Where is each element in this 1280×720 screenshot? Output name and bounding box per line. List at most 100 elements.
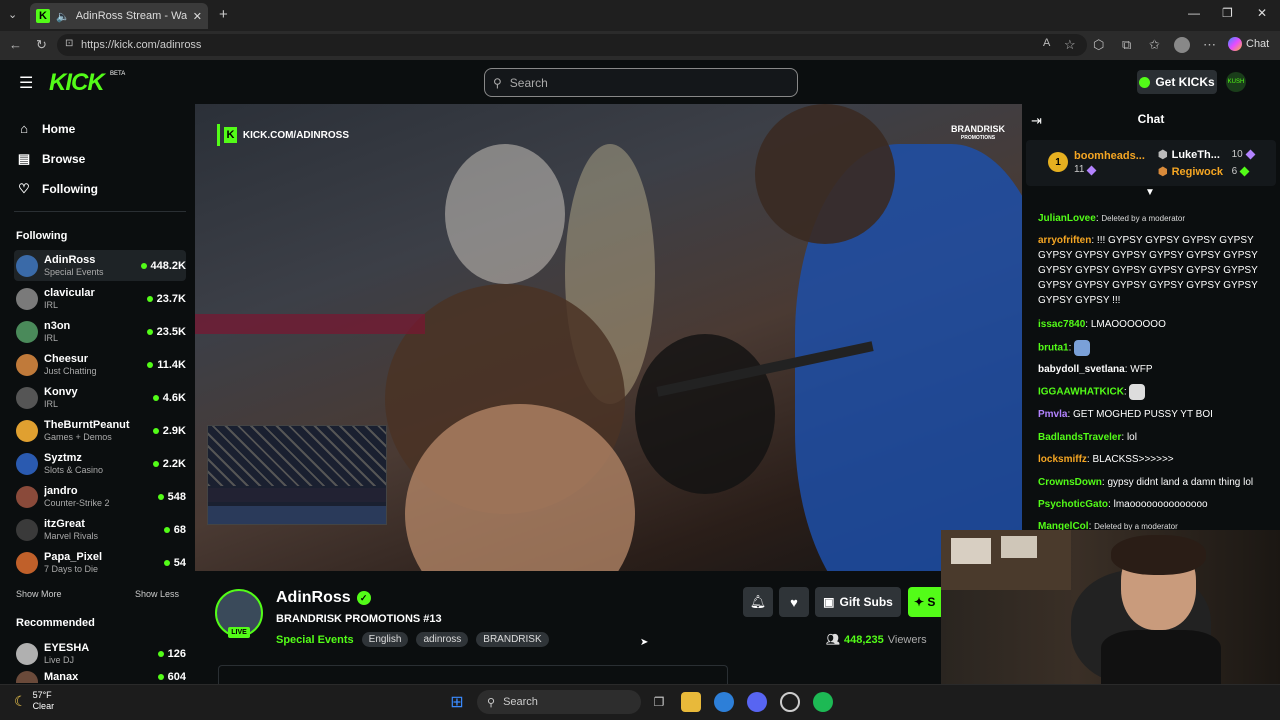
search-input[interactable]: ⚲ Search bbox=[484, 68, 798, 97]
chat-username[interactable]: arryofriften bbox=[1038, 235, 1091, 246]
file-explorer-icon[interactable] bbox=[681, 692, 701, 712]
channel-name[interactable]: AdinRoss ✓ bbox=[276, 589, 371, 607]
recommended-channel[interactable]: Manax 604 bbox=[14, 671, 186, 683]
following-channel[interactable]: TheBurntPeanut Games + Demos 2.9K bbox=[14, 415, 186, 446]
close-window-icon[interactable]: ✕ bbox=[1257, 6, 1267, 20]
nav-following[interactable]: ♡ Following bbox=[16, 181, 98, 197]
chatgpt-icon[interactable] bbox=[780, 692, 800, 712]
tag-adinross[interactable]: adinross bbox=[416, 632, 469, 647]
new-tab-icon[interactable]: + bbox=[219, 6, 228, 23]
viewer-count: 👥︎ 448,235 Viewers bbox=[826, 633, 927, 647]
copilot-chat-button[interactable]: Chat bbox=[1228, 37, 1269, 51]
leaderboard-entry-1[interactable]: boomheads... 11 bbox=[1074, 149, 1145, 177]
following-channel[interactable]: jandro Counter-Strike 2 548 bbox=[14, 481, 186, 512]
kick-logo[interactable]: KICK bbox=[49, 69, 105, 97]
following-channel[interactable]: itzGreat Marvel Rivals 68 bbox=[14, 514, 186, 545]
chat-username[interactable]: PsychoticGato bbox=[1038, 499, 1108, 510]
tag-english[interactable]: English bbox=[361, 632, 409, 647]
maximize-icon[interactable]: ❐ bbox=[1222, 6, 1233, 20]
channel-name: jandro bbox=[44, 484, 78, 497]
viewer-count-number: 448,235 bbox=[843, 633, 884, 646]
gem-icon bbox=[1239, 166, 1250, 177]
taskbar-search[interactable]: ⚲ Search bbox=[477, 690, 641, 714]
channel-avatar bbox=[16, 518, 38, 541]
expand-leaderboard-icon[interactable]: ▼ bbox=[1145, 187, 1155, 198]
tag-brandrisk[interactable]: BRANDRISK bbox=[476, 632, 549, 647]
stream-tags: Special Events English adinross BRANDRIS… bbox=[276, 632, 549, 647]
favorite-star-icon[interactable]: ☆ bbox=[1064, 37, 1076, 53]
close-tab-icon[interactable]: ✕ bbox=[193, 10, 202, 23]
chat-username[interactable]: issac7840 bbox=[1038, 319, 1085, 330]
chat-username[interactable]: babydoll_svetlana bbox=[1038, 364, 1125, 375]
chat-username[interactable]: BadlandsTraveler bbox=[1038, 432, 1121, 443]
tab-list-icon[interactable]: ⌄ bbox=[8, 8, 17, 21]
gift-subs-button[interactable]: ▣ Gift Subs bbox=[815, 587, 901, 617]
following-channel[interactable]: Cheesur Just Chatting 11.4K bbox=[14, 349, 186, 380]
category-link[interactable]: Special Events bbox=[276, 634, 354, 646]
chat-username[interactable]: JulianLovee bbox=[1038, 213, 1096, 224]
nav-following-label: Following bbox=[42, 182, 98, 196]
channel-avatar bbox=[16, 386, 38, 409]
url-field[interactable]: ⊡ https://kick.com/adinross bbox=[57, 34, 1087, 56]
following-channel[interactable]: Syztmz Slots & Casino 2.2K bbox=[14, 448, 186, 479]
following-channel[interactable]: Papa_Pixel 7 Days to Die 54 bbox=[14, 547, 186, 578]
gift-subs-label: Gift Subs bbox=[839, 595, 893, 609]
show-less-link[interactable]: Show Less bbox=[135, 589, 179, 599]
start-icon[interactable]: ⊞ bbox=[447, 692, 467, 712]
chat-text: BLACKSS>>>>>> bbox=[1092, 454, 1174, 465]
channel-avatar bbox=[16, 320, 38, 343]
subscribe-button[interactable]: ✦ S bbox=[908, 587, 944, 617]
discord-icon[interactable] bbox=[747, 692, 767, 712]
site-info-icon[interactable]: ⊡ bbox=[65, 38, 73, 49]
channel-avatar bbox=[16, 419, 38, 442]
channel-avatar bbox=[16, 254, 38, 277]
recommended-channel[interactable]: EYESHA Live DJ 126 bbox=[14, 638, 186, 669]
back-icon[interactable]: ← bbox=[9, 37, 22, 52]
reload-icon[interactable]: ↻ bbox=[36, 37, 47, 53]
webcam-frame bbox=[1001, 536, 1037, 558]
chat-username[interactable]: IGGAAWHATKICK bbox=[1038, 387, 1124, 398]
browser-tab[interactable]: K 🔈 AdinRoss Stream - Watch Live ✕ bbox=[30, 3, 208, 29]
profile-avatar[interactable] bbox=[1174, 37, 1190, 53]
edge-browser-icon[interactable] bbox=[714, 692, 734, 712]
menu-icon[interactable]: ☰ bbox=[19, 73, 33, 93]
following-channel[interactable]: AdinRoss Special Events 448.2K bbox=[14, 250, 186, 281]
following-channel[interactable]: n3on IRL 23.5K bbox=[14, 316, 186, 347]
leaderboard-entry-2[interactable]: ⬢ LukeTh... 10 bbox=[1158, 148, 1256, 161]
more-icon[interactable]: ⋯ bbox=[1203, 37, 1216, 53]
read-aloud-icon[interactable]: A bbox=[1043, 37, 1050, 49]
extensions-icon[interactable]: ⬡ bbox=[1093, 37, 1104, 53]
silver-medal-icon: ⬢ bbox=[1158, 149, 1168, 161]
nav-browse[interactable]: ▤ Browse bbox=[16, 151, 86, 167]
following-channel[interactable]: Konvy IRL 4.6K bbox=[14, 382, 186, 413]
split-screen-icon[interactable]: ⧉ bbox=[1122, 37, 1131, 53]
get-kicks-button[interactable]: Get KICKs bbox=[1137, 70, 1217, 94]
user-avatar[interactable]: KUSH bbox=[1226, 72, 1246, 92]
chat-username[interactable]: Pmvla bbox=[1038, 409, 1067, 420]
follow-button[interactable]: ♥ bbox=[779, 587, 809, 617]
following-channel[interactable]: clavicular IRL 23.7K bbox=[14, 283, 186, 314]
chat-emote-icon bbox=[1074, 340, 1091, 356]
beta-badge: BETA bbox=[110, 71, 126, 77]
favorites-icon[interactable]: ✩ bbox=[1149, 37, 1160, 53]
leaderboard-count: 6 bbox=[1231, 166, 1238, 177]
heart-icon: ♡ bbox=[18, 181, 30, 196]
nav-home[interactable]: ⌂ Home bbox=[16, 121, 75, 136]
chat-message: MangelCol: Deleted by a moderator bbox=[1038, 521, 1178, 530]
notification-bell-button[interactable]: 🔔︎ bbox=[743, 587, 773, 617]
speaker-icon[interactable]: 🔈 bbox=[56, 10, 70, 23]
channel-category: Counter-Strike 2 bbox=[44, 497, 110, 508]
task-view-icon[interactable]: ❐ bbox=[649, 692, 669, 712]
show-more-link[interactable]: Show More bbox=[16, 589, 62, 599]
chat-username[interactable]: CrownsDown bbox=[1038, 477, 1102, 488]
picture-in-picture-overlay bbox=[207, 425, 387, 525]
chat-username[interactable]: locksmiffz bbox=[1038, 454, 1087, 465]
chat-username[interactable]: bruta1 bbox=[1038, 343, 1069, 354]
deleted-message: Deleted by a moderator bbox=[1101, 214, 1185, 223]
chat-username[interactable]: MangelCol bbox=[1038, 521, 1089, 530]
spotify-icon[interactable] bbox=[813, 692, 833, 712]
weather-widget[interactable]: ☾ 57°F Clear bbox=[14, 690, 54, 712]
gift-icon: ▣ bbox=[823, 595, 835, 609]
minimize-icon[interactable]: — bbox=[1188, 6, 1200, 20]
leaderboard-entry-3[interactable]: ⬢ Regiwock 6 bbox=[1158, 165, 1250, 178]
